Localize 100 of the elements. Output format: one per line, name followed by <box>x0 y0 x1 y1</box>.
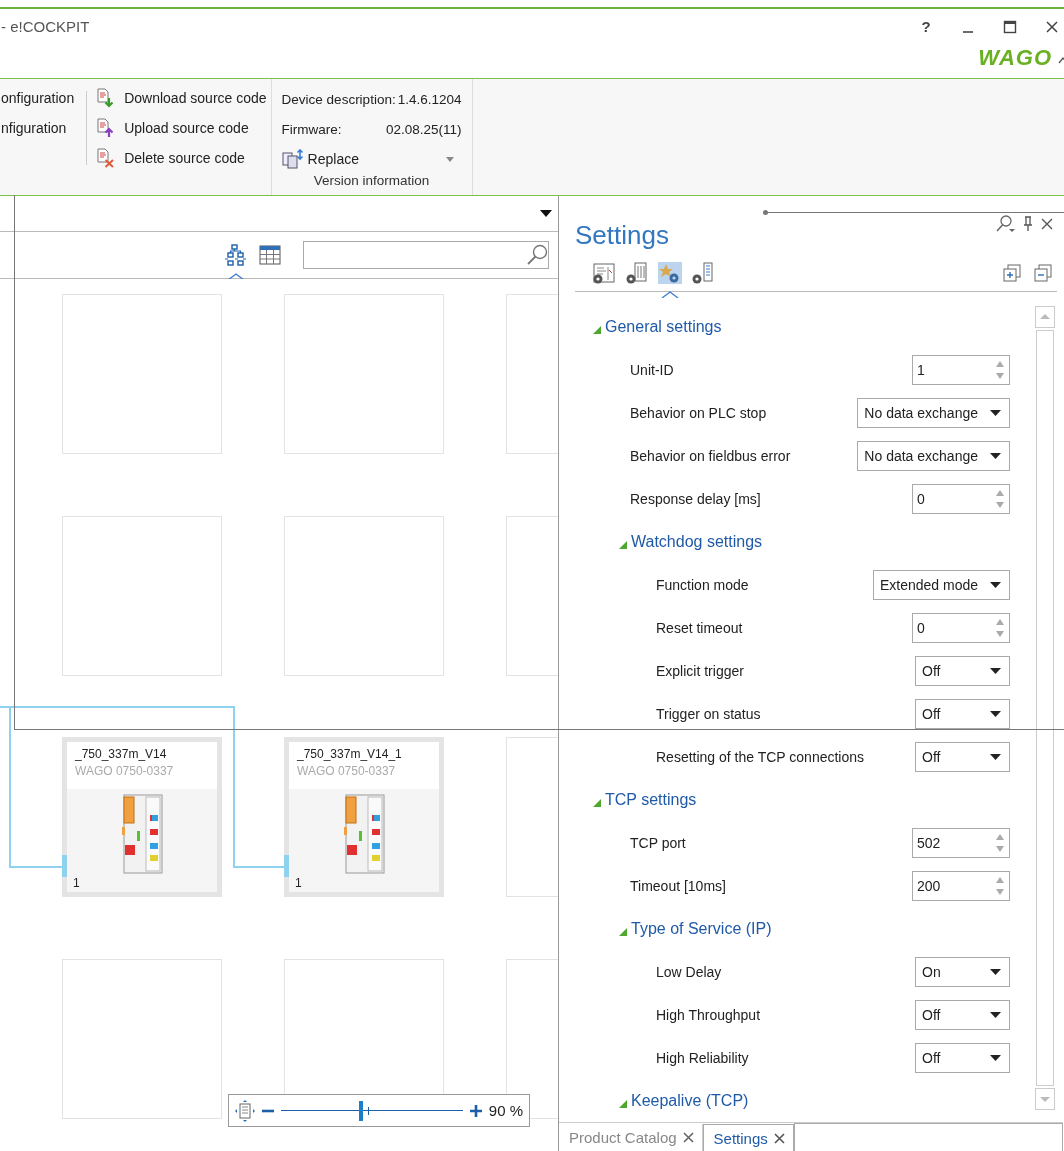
expand-triangle-icon[interactable] <box>593 325 601 334</box>
expand-triangle-icon[interactable] <box>619 540 627 549</box>
pin-icon[interactable] <box>1023 216 1033 232</box>
help-button[interactable]: ? <box>919 18 933 35</box>
dropdown[interactable]: Off <box>915 1042 1010 1073</box>
section-title: Watchdog settings <box>631 532 763 551</box>
section-header[interactable]: Type of Service (IP) <box>615 907 1010 950</box>
section-header[interactable]: TCP settings <box>589 778 1010 821</box>
dropdown[interactable]: No data exchange <box>857 440 1010 471</box>
number-field[interactable]: 0 <box>912 483 1010 514</box>
ribbon-button[interactable]: Delete source code <box>96 147 267 169</box>
section-header[interactable]: Watchdog settings <box>615 520 1010 563</box>
search-field[interactable] <box>303 241 549 269</box>
expand-triangle-icon[interactable] <box>619 927 627 936</box>
property-label: TCP port <box>630 834 686 851</box>
dropdown[interactable]: Extended mode <box>872 569 1010 600</box>
expand-triangle-icon[interactable] <box>593 798 601 807</box>
dropdown[interactable]: Off <box>915 741 1010 772</box>
number-field[interactable]: 502 <box>912 827 1010 858</box>
dropdown[interactable]: Off <box>915 999 1010 1030</box>
dropdown-arrow-icon[interactable] <box>540 210 552 217</box>
section-header[interactable]: General settings <box>589 305 1010 348</box>
port-marker <box>62 855 67 877</box>
dropdown[interactable]: On <box>915 956 1010 987</box>
property-label: Unit-ID <box>630 361 674 378</box>
panel-tab[interactable]: Settings <box>702 1124 794 1151</box>
caret-icon <box>990 968 1001 975</box>
ribbon-button[interactable]: onfiguration <box>1 87 75 109</box>
dropdown[interactable]: Off <box>915 698 1010 729</box>
section-title: Type of Service (IP) <box>631 919 772 938</box>
logo: WAGO <box>978 47 1052 69</box>
panel-title: Settings <box>575 220 669 251</box>
gear-document-icon <box>592 261 616 284</box>
zoom-slider[interactable] <box>281 1103 463 1118</box>
section-title: TCP settings <box>605 790 697 809</box>
fit-to-screen-icon[interactable] <box>235 1099 255 1122</box>
search-icon[interactable] <box>526 244 548 266</box>
expand-triangle-icon[interactable] <box>619 1099 627 1108</box>
device-name: _750_337m_V14 <box>75 747 168 761</box>
close-icon[interactable] <box>682 1132 694 1143</box>
gear-document-icon <box>625 261 649 284</box>
section-header[interactable]: Keepalive (TCP) <box>615 1079 1010 1110</box>
caret-icon <box>990 710 1001 717</box>
number-field[interactable]: 0 <box>912 612 1010 643</box>
window-title: - e!COCKPIT <box>0 17 90 37</box>
slot-number: 1 <box>295 876 302 890</box>
selected-chevron-icon <box>227 273 245 280</box>
number-field[interactable]: 1 <box>912 354 1010 385</box>
ribbon-button[interactable]: nfiguration <box>1 117 75 139</box>
button-label: Download source code <box>124 90 267 106</box>
port-marker <box>284 855 289 877</box>
group-caption: Version information <box>312 173 431 188</box>
dropdown[interactable]: No data exchange <box>857 397 1010 428</box>
selected-chevron-icon <box>661 290 679 298</box>
caret-icon <box>990 1054 1001 1061</box>
property-label: Behavior on PLC stop <box>630 404 767 421</box>
scrollbar[interactable] <box>1035 306 1055 1110</box>
property-label: Explicit trigger <box>656 662 744 679</box>
panel-tab[interactable]: Product Catalog <box>559 1124 703 1151</box>
property-label: Trigger on status <box>656 705 761 722</box>
search-icon[interactable] <box>995 215 1015 233</box>
section-title: Keepalive (TCP) <box>631 1091 749 1110</box>
device-card[interactable]: _750_337m_V14_1 WAGO 0750-0337 1 <box>284 737 444 897</box>
property-label: Response delay [ms] <box>630 490 761 507</box>
field-value: 1.4.6.1204 <box>397 91 462 107</box>
slider-thumb[interactable] <box>359 1100 363 1121</box>
replace-icon <box>281 149 304 169</box>
device-card[interactable]: _750_337m_V14 WAGO 0750-0337 1 <box>62 737 222 897</box>
section-title: General settings <box>605 317 722 336</box>
zoom-percentage: 90 % <box>488 1102 523 1119</box>
dropdown[interactable]: Off <box>915 655 1010 686</box>
caret-icon <box>990 753 1001 760</box>
expand-all-icon[interactable] <box>1003 263 1021 282</box>
collapse-all-icon[interactable] <box>1034 263 1052 282</box>
property-label: Resetting of the TCP connections <box>656 748 865 765</box>
caret-icon <box>990 452 1001 459</box>
device-model: WAGO 0750-0337 <box>297 764 397 778</box>
replace-button[interactable]: Replace <box>281 148 462 170</box>
button-label: Upload source code <box>124 120 249 136</box>
field-value: 02.08.25(11) <box>386 121 462 137</box>
number-field[interactable]: 200 <box>912 870 1010 901</box>
property-label: Reset timeout <box>656 619 743 636</box>
caret-icon <box>990 581 1001 588</box>
network-tree-icon <box>225 244 247 266</box>
device-model: WAGO 0750-0337 <box>75 764 175 778</box>
device-name: _750_337m_V14_1 <box>297 747 403 761</box>
ribbon-button[interactable]: Upload source code <box>96 117 267 139</box>
table-icon <box>259 244 281 266</box>
button-label: Replace <box>307 151 359 167</box>
property-label: High Reliability <box>656 1049 749 1066</box>
zoom-in-icon[interactable] <box>468 1103 483 1118</box>
property-label: Behavior on fieldbus error <box>630 447 791 464</box>
ribbon-button[interactable]: Download source code <box>96 87 267 109</box>
scroll-thumb[interactable] <box>1036 330 1054 1086</box>
button-label: Delete source code <box>124 150 245 166</box>
view-tab[interactable] <box>225 244 247 280</box>
close-icon[interactable] <box>1045 19 1059 34</box>
close-icon[interactable] <box>1041 218 1053 230</box>
close-icon[interactable] <box>773 1132 785 1144</box>
maximize-icon[interactable] <box>1003 19 1017 34</box>
